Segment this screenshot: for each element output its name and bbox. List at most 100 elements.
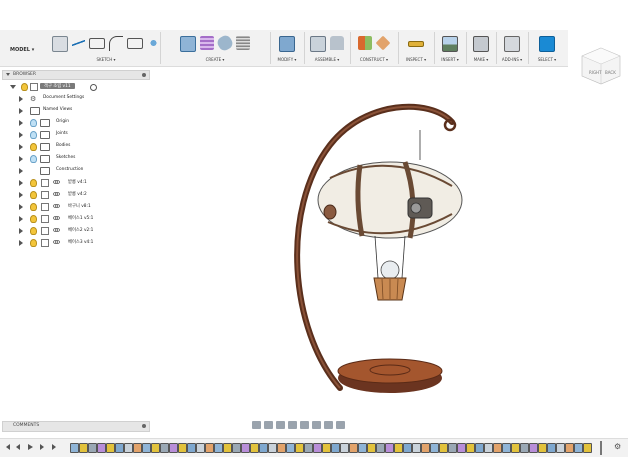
expand-arrow-icon[interactable] [19,132,23,138]
workspace-switcher[interactable]: MODEL ▾ [6,42,38,58]
browser-item-component[interactable]: 베이스1 v5:1 [0,214,150,224]
browser-item-document-settings[interactable]: ⚙ Document Settings [0,94,150,104]
timeline-feature-icon[interactable] [268,443,277,453]
timeline-feature-icon[interactable] [322,443,331,453]
look-at-icon[interactable] [264,421,273,429]
timeline-feature-icon[interactable] [232,443,241,453]
pattern-icon[interactable] [146,36,160,50]
timeline-feature-icon[interactable] [439,443,448,453]
timeline-feature-icon[interactable] [493,443,502,453]
timeline-feature-icon[interactable] [403,443,412,453]
visibility-bulb-icon[interactable] [30,155,37,163]
browser-root-item[interactable]: 객구 조립 v11 [0,82,150,92]
timeline-feature-icon[interactable] [466,443,475,453]
view-cube-right-label[interactable]: RIGHT [589,70,602,75]
timeline-feature-icon[interactable] [160,443,169,453]
expand-arrow-icon[interactable] [19,192,23,198]
panel-pin-icon[interactable] [142,72,146,77]
timeline-feature-icon[interactable] [124,443,133,453]
timeline-feature-icon[interactable] [394,443,403,453]
visibility-bulb-icon[interactable] [30,191,37,199]
timeline-feature-icon[interactable] [115,443,124,453]
browser-item-named-views[interactable]: Named Views [0,106,150,116]
toolbar-group-add-ins[interactable]: ADD-INS ▾ [496,32,529,64]
expand-arrow-icon[interactable] [19,156,23,162]
timeline-last-icon[interactable] [52,444,56,450]
expand-arrow-icon[interactable] [19,168,23,174]
expand-arrow-icon[interactable] [19,204,23,210]
browser-item-bodies[interactable]: Bodies [0,142,150,152]
timeline-first-icon[interactable] [6,444,10,450]
timeline-feature-icon[interactable] [574,443,583,453]
coil-icon[interactable] [236,36,250,50]
browser-item-component[interactable]: 받롱 v4:1 [0,178,150,188]
timeline-feature-icon[interactable] [313,443,322,453]
visibility-bulb-icon[interactable] [30,131,37,139]
zoom-icon[interactable] [288,421,297,429]
timeline-feature-icon[interactable] [430,443,439,453]
timeline-feature-icon[interactable] [70,443,79,453]
toolbar-group-make[interactable]: MAKE ▾ [466,32,497,64]
timeline-feature-icon[interactable] [250,443,259,453]
timeline-feature-icon[interactable] [412,443,421,453]
timeline-previous-icon[interactable] [16,444,20,450]
timeline-feature-icon[interactable] [88,443,97,453]
toolbar-group-modify[interactable]: MODIFY ▾ [270,32,305,64]
timeline-feature-icon[interactable] [340,443,349,453]
expand-arrow-icon[interactable] [10,85,16,89]
browser-item-origin[interactable]: Origin [0,118,150,128]
timeline-feature-icon[interactable] [286,443,295,453]
joint-icon[interactable] [330,36,344,50]
timeline-feature-icon[interactable] [277,443,286,453]
timeline-feature-icon[interactable] [547,443,556,453]
timeline-next-icon[interactable] [40,444,44,450]
timeline-feature-icon[interactable] [421,443,430,453]
browser-item-sketches[interactable]: Sketches [0,154,150,164]
activate-radio-icon[interactable] [90,83,97,91]
timeline-feature-icon[interactable] [196,443,205,453]
timeline-feature-icon[interactable] [583,443,592,453]
component-icon[interactable] [310,36,326,52]
grid-icon[interactable] [200,36,214,50]
timeline-feature-icon[interactable] [484,443,493,453]
timeline-feature-icon[interactable] [538,443,547,453]
pan-icon[interactable] [276,421,285,429]
timeline-feature-icon[interactable] [376,443,385,453]
browser-item-construction[interactable]: Construction [0,166,150,176]
model-viewport[interactable] [270,90,470,395]
timeline-feature-icon[interactable] [367,443,376,453]
display-settings-icon[interactable] [312,421,321,429]
browser-item-component[interactable]: 베이스2 v2:1 [0,226,150,236]
scripts-icon[interactable] [504,36,520,52]
timeline-feature-icon[interactable] [169,443,178,453]
timeline-feature-icon[interactable] [151,443,160,453]
visibility-bulb-icon[interactable] [30,179,37,187]
timeline-feature-icon[interactable] [520,443,529,453]
browser-item-joints[interactable]: Joints [0,130,150,140]
timeline-feature-icon[interactable] [529,443,538,453]
toolbar-group-create[interactable]: CREATE ▾ [160,32,271,64]
timeline-feature-icon[interactable] [241,443,250,453]
expand-arrow-icon[interactable] [19,96,23,102]
browser-panel-header[interactable]: BROWSER [2,70,150,80]
timeline-feature-icon[interactable] [358,443,367,453]
collapse-icon[interactable] [6,73,10,76]
timeline-feature-icon[interactable] [133,443,142,453]
timeline-settings-gear-icon[interactable]: ⚙ [614,442,621,451]
timeline-feature-icon[interactable] [223,443,232,453]
timeline-feature-icon[interactable] [295,443,304,453]
timeline-feature-icon[interactable] [511,443,520,453]
timeline-feature-icon[interactable] [205,443,214,453]
expand-arrow-icon[interactable] [19,240,23,246]
expand-arrow-icon[interactable] [19,120,23,126]
visibility-bulb-icon[interactable] [30,143,37,151]
viewports-icon[interactable] [336,421,345,429]
timeline-feature-icon[interactable] [385,443,394,453]
expand-arrow-icon[interactable] [19,144,23,150]
visibility-bulb-icon[interactable] [30,119,37,127]
browser-item-component[interactable]: 받롱 v4:2 [0,190,150,200]
toolbar-group-construct[interactable]: CONSTRUCT ▾ [350,32,399,64]
timeline-feature-icon[interactable] [331,443,340,453]
visibility-bulb-icon[interactable] [30,227,37,235]
sketch-icon[interactable] [52,36,68,52]
